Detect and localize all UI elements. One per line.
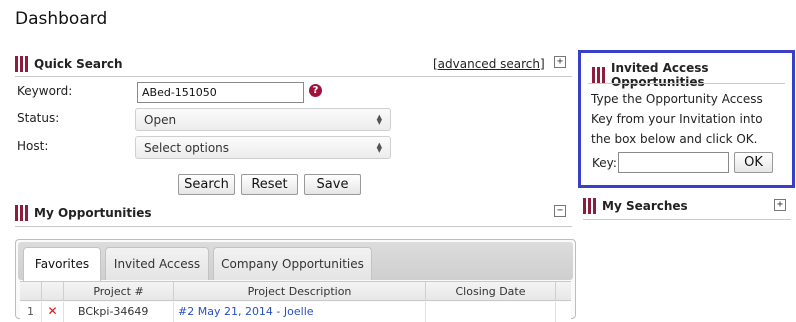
quick-search-divider: [15, 76, 572, 77]
section-bars-icon: [592, 67, 605, 83]
grid-header-rownum: [20, 282, 42, 300]
my-opportunities-title: My Opportunities: [34, 206, 152, 220]
grid-header-project[interactable]: Project #: [64, 282, 174, 300]
remove-favorite-icon[interactable]: ✕: [42, 302, 64, 322]
table-row: 1 ✕ BCkpi-34649 #2 May 21, 2014 - Joelle: [20, 302, 571, 322]
select-arrows-icon: ▲ ▼: [376, 112, 382, 126]
status-label: Status:: [17, 111, 60, 125]
keyword-input[interactable]: [137, 82, 304, 103]
search-button[interactable]: Search: [178, 174, 235, 195]
host-select-value: Select options: [144, 140, 230, 155]
help-icon[interactable]: ?: [309, 84, 322, 97]
tab-favorites[interactable]: Favorites: [23, 247, 101, 281]
advanced-search-link[interactable]: [advanced search]: [433, 57, 545, 71]
section-bars-icon: [15, 56, 28, 72]
row-description-link[interactable]: #2 May 21, 2014 - Joelle: [174, 302, 426, 322]
row-closing-date: [426, 302, 556, 322]
status-select[interactable]: Open ▲ ▼: [135, 108, 391, 131]
ok-button[interactable]: OK: [734, 152, 773, 173]
keyword-label: Keyword:: [17, 84, 73, 98]
invited-access-header: Invited Access Opportunities: [592, 61, 792, 89]
host-label: Host:: [17, 139, 49, 153]
invited-access-instructions: Type the Opportunity Access Key from you…: [591, 92, 763, 146]
grid-header-description[interactable]: Project Description: [174, 282, 426, 300]
save-button[interactable]: Save: [304, 174, 361, 195]
quick-search-header: Quick Search: [15, 56, 123, 72]
my-opportunities-collapse-icon[interactable]: −: [554, 205, 566, 217]
grid-header-closing[interactable]: Closing Date: [426, 282, 556, 300]
page-title: Dashboard: [15, 9, 108, 29]
quick-search-title: Quick Search: [34, 57, 123, 71]
section-bars-icon: [15, 205, 28, 221]
status-select-value: Open: [144, 112, 177, 127]
section-bars-icon: [583, 198, 596, 214]
invited-access-divider: [588, 83, 785, 84]
my-searches-header: My Searches: [583, 198, 688, 214]
reset-button[interactable]: Reset: [241, 174, 298, 195]
tab-company-opportunities[interactable]: Company Opportunities: [213, 247, 372, 280]
host-select[interactable]: Select options ▲ ▼: [135, 136, 391, 159]
tab-invited-access[interactable]: Invited Access: [105, 247, 209, 280]
quick-search-expand-icon[interactable]: +: [554, 56, 566, 68]
select-arrows-icon: ▲ ▼: [376, 140, 382, 154]
my-opportunities-header: My Opportunities: [15, 205, 152, 221]
my-searches-title: My Searches: [602, 199, 688, 213]
key-label: Key:: [592, 156, 617, 170]
access-key-input[interactable]: [618, 152, 729, 173]
row-project-number: BCkpi-34649: [64, 302, 174, 322]
my-searches-expand-icon[interactable]: +: [774, 199, 786, 211]
my-searches-divider: [583, 219, 791, 220]
grid-header-action: [42, 282, 64, 300]
row-number: 1: [20, 302, 42, 322]
invited-access-box: Invited Access Opportunities Type the Op…: [578, 50, 795, 188]
grid-header: Project # Project Description Closing Da…: [20, 281, 571, 301]
invited-access-title: Invited Access Opportunities: [611, 61, 709, 89]
tab-bar: Favorites Invited Access Company Opportu…: [18, 242, 573, 281]
opportunities-tabs-panel: Favorites Invited Access Company Opportu…: [15, 239, 576, 322]
my-opportunities-divider: [15, 226, 572, 227]
